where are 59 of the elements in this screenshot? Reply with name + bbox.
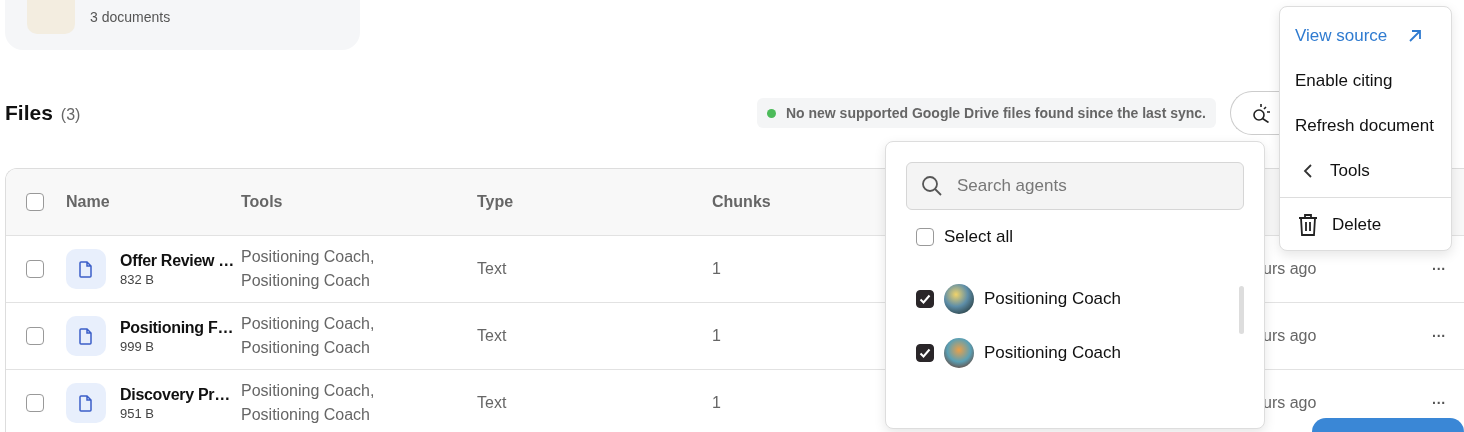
checkbox[interactable]	[26, 260, 44, 278]
select-all-label[interactable]: Select all	[944, 227, 1013, 247]
document-count: 3 documents	[90, 9, 171, 25]
agent-name[interactable]: Positioning Coach	[984, 289, 1122, 309]
menu-item[interactable]: Enable citing	[1280, 58, 1451, 103]
file-name[interactable]: Positioning F…	[120, 318, 234, 337]
checkbox[interactable]	[26, 327, 44, 345]
document-icon	[66, 383, 106, 423]
table-cell-text: Text	[477, 260, 508, 278]
more-options-button[interactable]: ···	[1424, 261, 1454, 277]
trash-icon	[1298, 213, 1318, 237]
table-cell-text: 1	[712, 327, 722, 345]
agent-avatar	[944, 284, 974, 314]
file-size: 951 B	[120, 405, 155, 421]
checkbox[interactable]	[26, 394, 44, 412]
external-link-icon	[1407, 27, 1424, 44]
sparkle-search-icon	[1253, 103, 1270, 123]
checkbox[interactable]	[916, 344, 934, 362]
status-dot-icon	[766, 108, 776, 118]
sync-message: No new supported Google Drive files found since the last sync.	[785, 105, 1206, 121]
floating-button[interactable]	[1312, 418, 1464, 432]
tool-name: Positioning Coach,	[241, 247, 375, 267]
checkbox[interactable]	[916, 228, 934, 246]
menu-item[interactable]: Delete	[1280, 198, 1451, 252]
document-icon	[66, 316, 106, 356]
tool-name: Positioning Coach,	[241, 381, 375, 401]
file-count: (3)	[60, 106, 81, 124]
table-cell-text: 1	[712, 394, 722, 412]
column-header: Type	[477, 193, 514, 211]
column-header: Tools	[241, 193, 283, 211]
agent-avatar	[944, 338, 974, 368]
section-title: Files	[5, 101, 53, 125]
tool-name: Positioning Coach	[241, 405, 370, 425]
tool-name: Positioning Coach	[241, 338, 370, 358]
column-header: Chunks	[712, 193, 771, 211]
more-options-button[interactable]: ···	[1424, 328, 1454, 344]
chevron-left-icon	[1302, 162, 1314, 179]
file-name[interactable]: Offer Review …	[120, 251, 235, 270]
file-size: 832 B	[120, 271, 155, 287]
scrollbar[interactable]	[1239, 286, 1244, 334]
agent-name[interactable]: Positioning Coach	[984, 343, 1122, 363]
table-cell-text: Text	[477, 327, 508, 345]
search-field[interactable]: Search agents	[906, 162, 1244, 210]
tool-name: Positioning Coach,	[241, 314, 375, 334]
checkbox[interactable]	[916, 290, 934, 308]
menu-item[interactable]: Tools	[1280, 148, 1451, 193]
file-size: 999 B	[120, 338, 155, 354]
checkbox[interactable]	[26, 193, 44, 211]
search-icon	[920, 174, 944, 198]
menu-item[interactable]: View source	[1280, 13, 1451, 58]
more-options-button[interactable]: ···	[1424, 395, 1454, 411]
table-cell-text: Text	[477, 394, 508, 412]
column-header: Name	[66, 193, 110, 211]
ai-search-button[interactable]	[1230, 91, 1280, 135]
document-icon	[66, 249, 106, 289]
table-cell-text: 1	[712, 260, 722, 278]
file-name[interactable]: Discovery Pr…	[120, 385, 230, 404]
menu-item[interactable]: Refresh document	[1280, 103, 1451, 148]
tool-name: Positioning Coach	[241, 271, 370, 291]
